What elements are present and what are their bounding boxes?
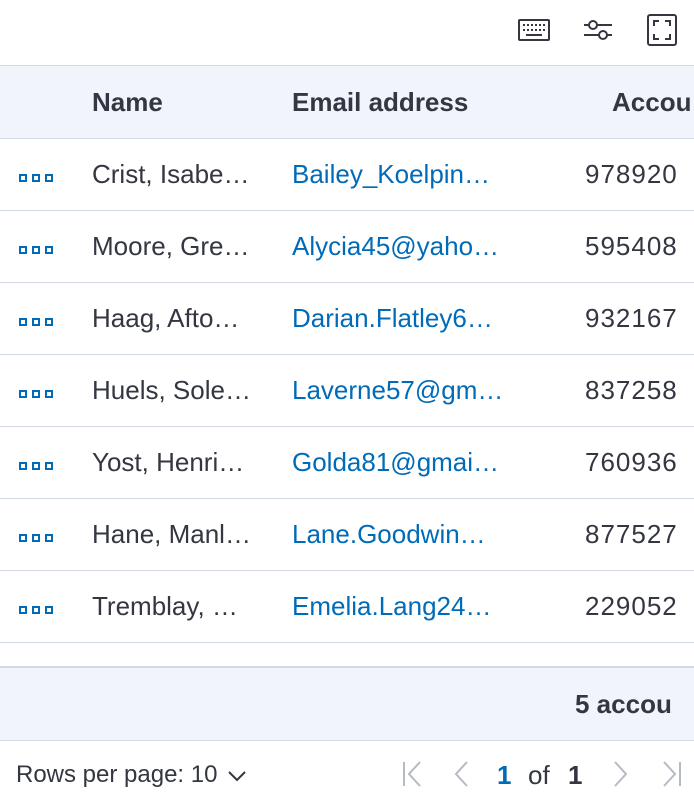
email-link[interactable]: Bailey_Koelpin…: [292, 139, 528, 210]
chevron-left-icon: [451, 760, 471, 793]
table-row: Tremblay, … Emelia.Lang24… 229052: [0, 571, 694, 643]
email-link[interactable]: Darian.Flatley6…: [292, 283, 528, 354]
account-cell: 837258: [585, 375, 678, 405]
options-icon: [583, 17, 613, 48]
total-pages: 1: [568, 760, 583, 790]
fullscreen-icon: [647, 13, 677, 51]
row-actions-button[interactable]: [12, 571, 60, 642]
actions-icon: [19, 499, 53, 570]
actions-icon: [19, 571, 53, 642]
email-link[interactable]: Lane.Goodwin…: [292, 499, 528, 570]
account-cell: 760936: [585, 447, 678, 477]
email-link[interactable]: Golda81@gmai…: [292, 427, 528, 498]
actions-icon: [19, 355, 53, 426]
current-page[interactable]: 1: [497, 744, 511, 800]
name-cell: Hane, Manl…: [92, 519, 251, 549]
table-row: Moore, Gre… Alycia45@yaho… 595408: [0, 211, 694, 283]
previous-page-button[interactable]: [446, 760, 476, 793]
account-cell: 978920: [585, 159, 678, 189]
rows-per-page-selector[interactable]: Rows per page: 10: [16, 744, 247, 800]
email-link[interactable]: Alycia45@yaho…: [292, 211, 528, 282]
keyboard-shortcuts-button[interactable]: [517, 15, 551, 49]
column-header-name[interactable]: Name: [92, 66, 163, 138]
row-actions-button[interactable]: [12, 427, 60, 498]
header-row: Name Email address Accou: [0, 65, 694, 139]
email-link[interactable]: Emelia.Lang24…: [292, 571, 528, 642]
page-of-label: of: [528, 760, 550, 790]
next-page-button[interactable]: [606, 760, 636, 793]
fullscreen-button[interactable]: [645, 13, 679, 51]
last-page-icon: [658, 760, 684, 793]
name-cell: Yost, Henri…: [92, 447, 245, 477]
keyboard-icon: [518, 18, 550, 47]
table-row: Hane, Manl… Lane.Goodwin… 877527: [0, 499, 694, 571]
row-actions-button[interactable]: [12, 499, 60, 570]
chevron-down-icon: [227, 744, 247, 800]
name-cell: Tremblay, …: [92, 591, 238, 621]
pagination-bar: Rows per page: 10 1 of 1: [0, 744, 694, 800]
account-cell: 595408: [585, 231, 678, 261]
account-cell: 229052: [585, 591, 678, 621]
email-link[interactable]: Laverne57@gm…: [292, 355, 528, 426]
table-row: Yost, Henri… Golda81@gmai… 760936: [0, 427, 694, 499]
table-row: Haag, Afto… Darian.Flatley6… 932167: [0, 283, 694, 355]
name-cell: Moore, Gre…: [92, 231, 250, 261]
footer-row: 5 accou: [0, 668, 694, 741]
first-page-button[interactable]: [398, 760, 428, 793]
name-cell: Crist, Isabe…: [92, 159, 250, 189]
column-header-email[interactable]: Email address: [292, 66, 468, 138]
actions-icon: [19, 427, 53, 498]
first-page-icon: [400, 760, 426, 793]
row-actions-button[interactable]: [12, 211, 60, 282]
actions-icon: [19, 139, 53, 210]
chevron-right-icon: [611, 760, 631, 793]
actions-icon: [19, 211, 53, 282]
account-cell: 877527: [585, 519, 678, 549]
grid-spacer: [0, 643, 694, 668]
row-actions-button[interactable]: [12, 139, 60, 210]
grid-toolbar: [0, 0, 694, 66]
last-page-button[interactable]: [656, 760, 686, 793]
rows-per-page-label: Rows per page: 10: [16, 761, 218, 788]
name-cell: Haag, Afto…: [92, 303, 240, 333]
data-grid: Name Email address Accou Crist, Isabe… B…: [0, 65, 694, 741]
account-cell: 932167: [585, 303, 678, 333]
table-row: Huels, Sole… Laverne57@gm… 837258: [0, 355, 694, 427]
display-options-button[interactable]: [581, 15, 615, 49]
column-header-account[interactable]: Accou: [612, 66, 691, 138]
table-row: Crist, Isabe… Bailey_Koelpin… 978920: [0, 139, 694, 211]
row-actions-button[interactable]: [12, 283, 60, 354]
actions-icon: [19, 283, 53, 354]
row-actions-button[interactable]: [12, 355, 60, 426]
footer-summary: 5 accou: [575, 689, 672, 719]
name-cell: Huels, Sole…: [92, 375, 251, 405]
